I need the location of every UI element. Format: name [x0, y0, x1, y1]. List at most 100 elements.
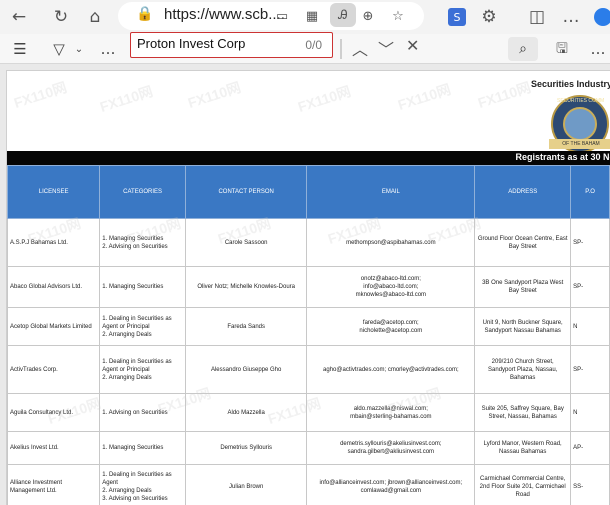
browser-toolbar: ← ↻ ⌂ 🔒 https://www.scb.... ▭ ▦ Ꭿ ⊕ ☆ S …: [0, 0, 610, 34]
cell-licensee: Aguila Consultancy Ltd.: [7, 393, 101, 432]
table-row: ActivTrades Corp. 1. Dealing in Securitie…: [7, 345, 610, 394]
find-input[interactable]: [137, 36, 297, 51]
find-next-icon[interactable]: ﹀: [378, 36, 394, 60]
chevron-down-icon[interactable]: ⌄: [72, 39, 86, 59]
cell-address: Ground Floor Ocean Centre, East Bay Stre…: [474, 218, 572, 267]
cell-licensee: Akelius Invest Ltd.: [7, 431, 101, 465]
cell-categories: 1. Dealing in Securities as Agent or Pri…: [99, 307, 186, 346]
licensee-table: LICENSEE CATEGORIES CONTACT PERSON EMAIL…: [7, 165, 610, 505]
find-bar[interactable]: 0/0: [130, 32, 333, 58]
home-icon[interactable]: ⌂: [84, 6, 106, 28]
cell-address: 209/210 Church Street, Sandyport Plaza, …: [474, 345, 572, 394]
watermark: FX110网: [475, 78, 533, 112]
cell-address: Carmichael Commercial Centre, 2nd Floor …: [474, 464, 572, 505]
column-header-address: ADDRESS: [474, 165, 572, 219]
table-row: Akelius Invest Ltd. 1. Managing Securitie…: [7, 431, 610, 465]
cell-address: Suite 205, Saffrey Square, Bay Street, N…: [474, 393, 572, 432]
search-button[interactable]: ⌕: [508, 37, 538, 61]
table-row: Acetop Global Markets Limited 1. Dealing …: [7, 307, 610, 346]
cell-email: methompson@aspibahamas.com: [306, 218, 476, 267]
watermark: FX110网: [97, 82, 155, 116]
contents-list-icon[interactable]: ☰: [10, 39, 30, 59]
reload-icon[interactable]: ↻: [50, 6, 72, 28]
watermark: FX110网: [395, 80, 453, 114]
screencast-icon[interactable]: ▭: [272, 6, 292, 26]
copilot-icon[interactable]: [594, 8, 610, 26]
cell-categories: 1. Dealing in Securities as Agent or Pri…: [99, 345, 186, 394]
table-row: Alliance Investment Management Ltd. 1. De…: [7, 464, 610, 505]
cell-email: onotz@abaco-ltd.com; info@abaco-ltd.com; m…: [306, 266, 476, 308]
apps-grid-icon[interactable]: ▦: [302, 6, 322, 26]
filter-draw-icon[interactable]: ▽: [48, 39, 70, 59]
table-header-row: LICENSEE CATEGORIES CONTACT PERSON EMAIL…: [7, 165, 610, 219]
cell-email: info@allianceinvest.com; jbrown@alliance…: [306, 464, 476, 505]
cell-po: SP-: [570, 218, 610, 267]
registrants-banner-text: Registrants as at 30 No: [515, 152, 610, 162]
cell-licensee: Acetop Global Markets Limited: [7, 307, 101, 346]
cell-contact-person: Julian Brown: [184, 464, 308, 505]
cell-licensee: ActivTrades Corp.: [7, 345, 101, 394]
cell-address: Unit 9, North Buckner Square, Sandyport …: [474, 307, 572, 346]
seal-emblem: [563, 107, 597, 141]
table-row: A.S.P.J Bahamas Ltd. 1. Managing Securiti…: [7, 218, 610, 267]
save-icon[interactable]: 🖫: [556, 38, 568, 62]
pdf-more-right-icon[interactable]: …: [590, 39, 606, 59]
split-screen-icon[interactable]: ◫: [526, 6, 548, 28]
cell-contact-person: Carole Sassoon: [184, 218, 308, 267]
cell-licensee: Alliance Investment Management Ltd.: [7, 464, 101, 505]
cell-address: 3B One Sandyport Plaza West Bay Street: [474, 266, 572, 308]
find-close-icon[interactable]: ✕: [406, 36, 419, 55]
column-header-email: EMAIL: [306, 165, 476, 219]
cell-po: SP-: [570, 266, 610, 308]
read-aloud-button[interactable]: Ꭿ: [330, 3, 356, 27]
cell-licensee: Abaco Global Advisors Ltd.: [7, 266, 101, 308]
cell-po: N: [570, 393, 610, 432]
cell-email: fareda@acetop.com; nicholette@acetop.com: [306, 307, 476, 346]
extensions-puzzle-icon[interactable]: ⚙: [478, 6, 500, 28]
url-text[interactable]: https://www.scb....: [164, 6, 285, 23]
cell-address: Lyford Manor, Western Road, Nassau Baham…: [474, 431, 572, 465]
document-header-title: Securities Industry: [530, 79, 610, 89]
cell-email: demetris.syllouris@akeliusinvest.com; san…: [306, 431, 476, 465]
registrants-banner: Registrants as at 30 No: [7, 151, 610, 165]
pdf-page: Securities Industry SECURITIES COMM OF T…: [6, 70, 610, 505]
cell-contact-person: Alessandro Giuseppe Gho: [184, 345, 308, 394]
seal-band-text: OF THE BAHAM: [549, 139, 610, 149]
watermark: FX110网: [295, 82, 353, 116]
column-header-licensee: LICENSEE: [7, 165, 101, 219]
column-header-po: P.O: [570, 165, 610, 219]
more-options-icon[interactable]: …: [560, 6, 582, 28]
cell-email: agho@activtrades.com; cmorley@activtrade…: [306, 345, 476, 394]
lock-icon[interactable]: 🔒: [136, 6, 153, 22]
address-bar[interactable]: 🔒 https://www.scb.... ▭ ▦ Ꭿ ⊕ ☆: [118, 2, 424, 30]
cell-contact-person: Demetrius Syllouris: [184, 431, 308, 465]
find-previous-icon[interactable]: ︿: [352, 36, 368, 60]
toolbar-divider: [340, 39, 342, 59]
table-row: Aguila Consultancy Ltd. 1. Advising on Se…: [7, 393, 610, 432]
cell-licensee: A.S.P.J Bahamas Ltd.: [7, 218, 101, 267]
cell-contact-person: Aldo Mazzella: [184, 393, 308, 432]
back-arrow-icon[interactable]: ←: [8, 6, 30, 28]
cell-categories: 1. Managing Securities: [99, 431, 186, 465]
watermark: FX110网: [185, 78, 243, 112]
pdf-more-icon[interactable]: …: [100, 39, 116, 59]
cell-email: aldo.mazzella@niswal.com; mbain@sterling-…: [306, 393, 476, 432]
watermark: FX110网: [11, 78, 69, 112]
cell-categories: 1. Advising on Securities: [99, 393, 186, 432]
cell-categories: 1. Managing Securities 2. Advising on Sec…: [99, 218, 186, 267]
table-row: Abaco Global Advisors Ltd. 1. Managing Se…: [7, 266, 610, 308]
cell-contact-person: Oliver Notz; Michelle Knowles-Doura: [184, 266, 308, 308]
find-match-count: 0/0: [305, 38, 322, 52]
read-aloud-icon: Ꭿ: [338, 7, 348, 23]
cell-po: SS-: [570, 464, 610, 505]
cell-po: N: [570, 307, 610, 346]
cell-po: AP-: [570, 431, 610, 465]
favorite-star-icon[interactable]: ☆: [388, 6, 408, 26]
zoom-icon[interactable]: ⊕: [358, 6, 378, 26]
cell-categories: 1. Managing Securities: [99, 266, 186, 308]
browser-window: ← ↻ ⌂ 🔒 https://www.scb.... ▭ ▦ Ꭿ ⊕ ☆ S …: [0, 0, 610, 505]
cell-po: SP-: [570, 345, 610, 394]
extension-s-icon[interactable]: S: [448, 8, 466, 26]
cell-contact-person: Fareda Sands: [184, 307, 308, 346]
cell-categories: 1. Dealing in Securities as Agent 2. Arra…: [99, 464, 186, 505]
